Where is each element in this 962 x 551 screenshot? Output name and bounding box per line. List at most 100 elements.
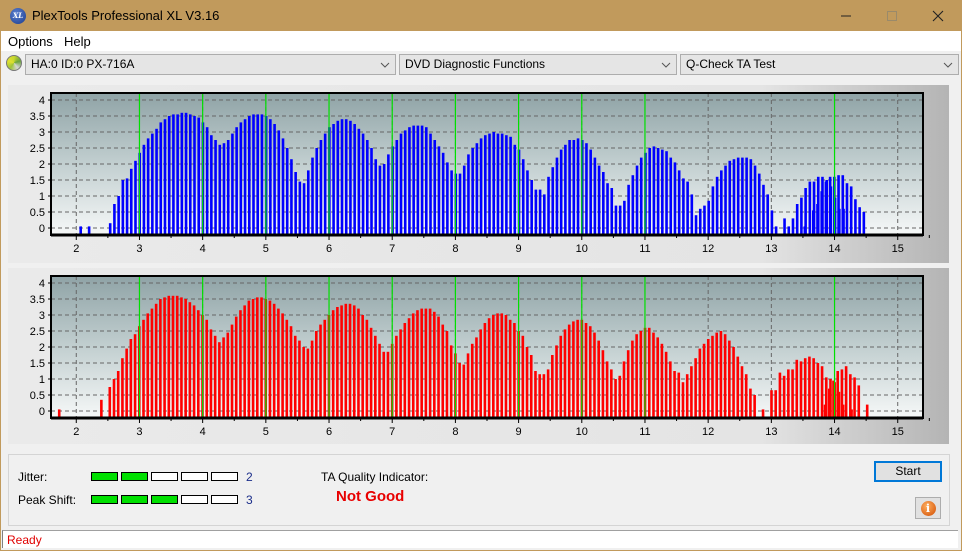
bar [741, 157, 744, 235]
bar [352, 305, 356, 418]
bar [142, 319, 145, 418]
start-button[interactable]: Start [874, 461, 942, 482]
bar [488, 133, 491, 235]
bar [639, 157, 643, 235]
x-tick-label: 4 [200, 426, 206, 438]
bar [656, 337, 659, 418]
bar [525, 347, 529, 418]
menu-options[interactable]: Options [8, 34, 53, 49]
bar [121, 358, 124, 418]
bar [563, 329, 567, 418]
function-select[interactable]: DVD Diagnostic Functions [399, 54, 677, 75]
bar [365, 140, 369, 235]
close-button[interactable] [915, 0, 961, 31]
y-tick-label: 1 [39, 191, 45, 203]
title-bar: XL PlexTools Professional XL V3.16 [1, 0, 961, 31]
bar [353, 124, 356, 235]
bar [614, 205, 618, 235]
bar [231, 133, 234, 235]
bar [151, 133, 154, 235]
bar [661, 149, 664, 235]
x-tick-label: 6 [326, 243, 332, 255]
bar [837, 175, 840, 235]
bar [509, 136, 512, 235]
bar [803, 358, 807, 418]
jitter-label: Jitter: [18, 470, 48, 484]
bar [446, 162, 449, 235]
peak-shift-segment [181, 495, 208, 504]
bar [682, 178, 685, 235]
bar [298, 181, 302, 235]
bar [281, 138, 285, 235]
bar [420, 125, 424, 235]
disc-icon [6, 55, 22, 71]
bar [783, 218, 786, 235]
y-tick-label: 4 [39, 278, 45, 290]
drive-select[interactable]: HA:0 ID:0 PX-716A [25, 54, 396, 75]
status-bar: Ready [2, 530, 958, 548]
bar [387, 154, 390, 235]
bar [694, 215, 698, 235]
bar [196, 310, 200, 418]
y-tick-label: 4 [39, 95, 45, 107]
bar [479, 138, 483, 235]
bar [243, 305, 246, 418]
menu-help[interactable]: Help [64, 34, 91, 49]
y-tick-label: 0 [39, 406, 45, 418]
bar [167, 116, 171, 235]
bar [572, 321, 575, 418]
bar [121, 180, 125, 235]
bar [690, 194, 694, 235]
bar [336, 120, 340, 235]
bar [639, 331, 643, 418]
bar [559, 149, 563, 235]
chevron-down-icon [943, 62, 953, 68]
x-tick-label: 14 [828, 426, 840, 438]
maximize-icon [887, 10, 897, 21]
bar [694, 358, 697, 418]
bar [293, 335, 297, 418]
bar [285, 148, 289, 235]
bar [450, 170, 453, 235]
bar [736, 157, 740, 235]
bar [703, 205, 706, 235]
bar [724, 165, 727, 235]
bar [766, 194, 769, 235]
bar [239, 310, 242, 418]
bar [618, 375, 622, 418]
ta-quality-label: TA Quality Indicator: [321, 470, 429, 484]
bar [836, 371, 840, 418]
minimize-button[interactable] [823, 0, 869, 31]
bar [336, 307, 339, 418]
bar [618, 205, 622, 235]
y-tick-label: 3.5 [30, 111, 45, 123]
bar [193, 116, 196, 235]
chevron-down-icon [380, 62, 390, 68]
bar [256, 114, 260, 235]
bar [584, 323, 588, 418]
bar [576, 319, 579, 418]
bar [154, 303, 158, 418]
bar [593, 157, 597, 235]
bar [542, 374, 546, 418]
bar [795, 359, 799, 418]
bar [395, 140, 399, 235]
bar [365, 319, 369, 418]
info-icon: i [920, 500, 936, 516]
test-select[interactable]: Q-Check TA Test [680, 54, 959, 75]
bar [458, 173, 462, 235]
bar [521, 335, 525, 418]
bar [399, 329, 402, 418]
bar [635, 334, 638, 418]
bar [652, 332, 655, 418]
info-button[interactable]: i [915, 497, 941, 519]
bar [184, 299, 187, 418]
bar [555, 157, 559, 235]
bar [551, 167, 555, 235]
bar [686, 181, 689, 235]
window-title: PlexTools Professional XL V3.16 [32, 8, 220, 23]
bar [420, 308, 423, 418]
bar [816, 363, 820, 418]
maximize-button[interactable] [869, 0, 915, 31]
bar [492, 315, 495, 418]
